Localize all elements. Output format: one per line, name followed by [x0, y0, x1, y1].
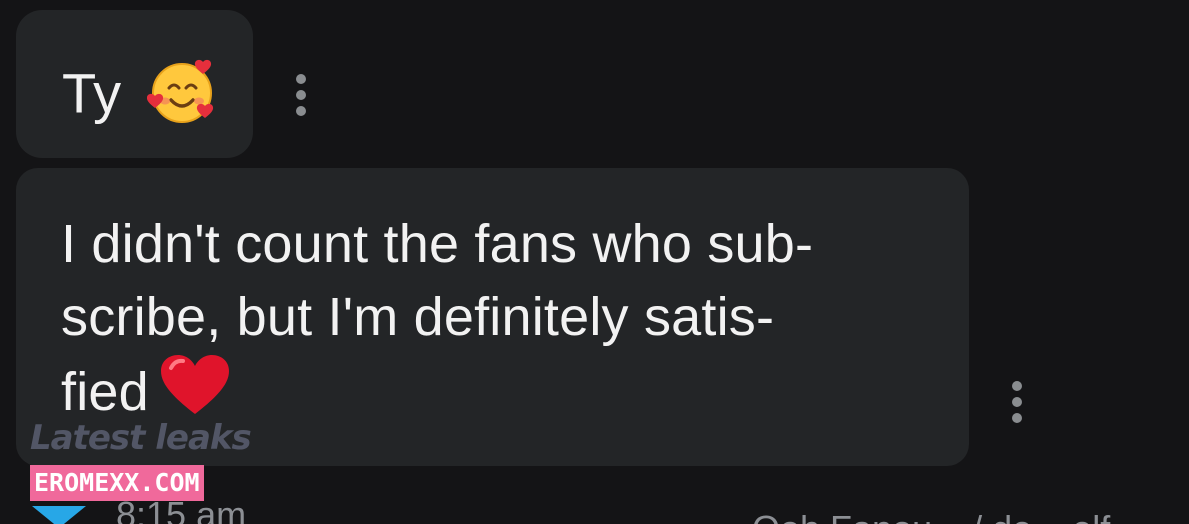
message-bubble-ty[interactable]: Ty	[16, 10, 253, 158]
message-timestamp: 8:15 am	[116, 494, 247, 524]
more-vertical-icon	[296, 74, 306, 84]
partial-footer-text: Ooh Fanou... / de... elf	[752, 508, 1110, 524]
chat-screen: Ty I didn't count the fans who sub- scri…	[0, 0, 1189, 524]
status-chevron-icon	[32, 506, 86, 524]
message-text: Ty	[62, 61, 122, 125]
more-vertical-icon	[1012, 381, 1022, 391]
message-menu-button[interactable]	[1011, 381, 1023, 423]
smiling-face-with-hearts-icon	[146, 56, 217, 139]
watermark-text: Latest leaks	[30, 418, 252, 458]
message-menu-button[interactable]	[295, 74, 307, 116]
